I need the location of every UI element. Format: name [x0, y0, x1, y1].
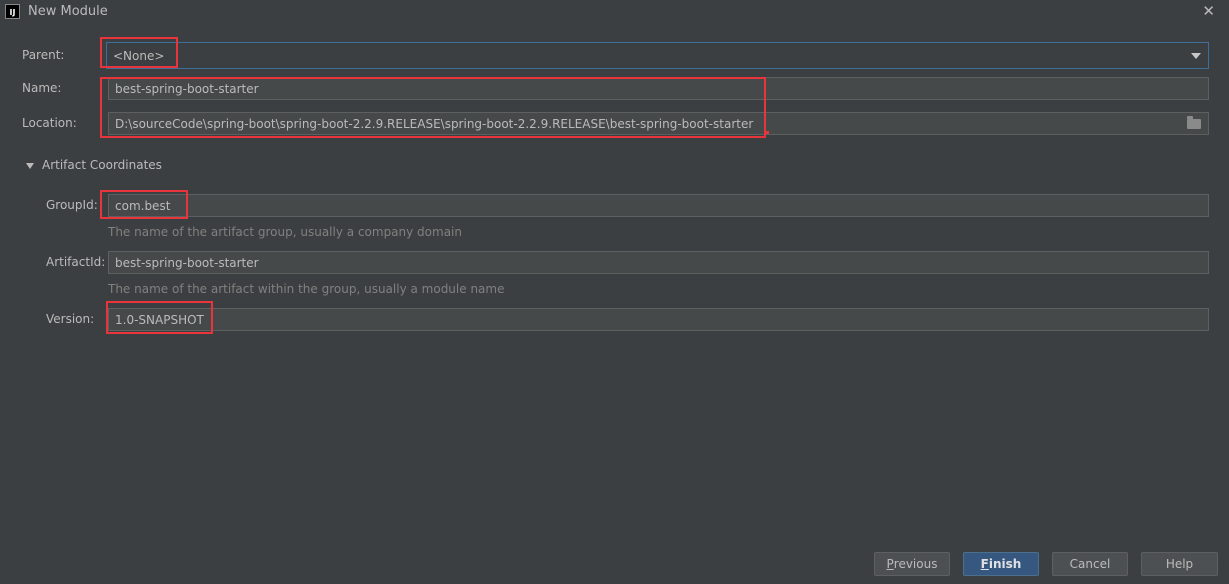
previous-mnemonic: P — [886, 557, 894, 571]
previous-label: revious — [893, 557, 938, 571]
dialog-title: New Module — [28, 4, 108, 19]
chevron-down-icon[interactable] — [1191, 53, 1201, 59]
finish-button[interactable]: Finish — [963, 552, 1039, 576]
artifact-coordinates-title[interactable]: Artifact Coordinates — [42, 158, 162, 172]
help-button[interactable]: Help — [1141, 552, 1218, 576]
name-value: best-spring-boot-starter — [115, 81, 259, 96]
parent-label: Parent: — [22, 48, 65, 62]
location-label: Location: — [22, 116, 77, 130]
artifactid-input[interactable]: best-spring-boot-starter — [108, 251, 1209, 274]
close-icon[interactable]: ✕ — [1202, 2, 1215, 20]
groupid-label: GroupId: — [46, 198, 98, 212]
cancel-button[interactable]: Cancel — [1052, 552, 1128, 576]
artifactid-value: best-spring-boot-starter — [115, 255, 259, 270]
groupid-input[interactable]: com.best — [108, 194, 1209, 217]
annotation-mark — [766, 131, 769, 134]
intellij-icon: IJ — [5, 4, 20, 19]
location-input[interactable]: D:\sourceCode\spring-boot\spring-boot-2.… — [108, 112, 1209, 135]
finish-label: inish — [988, 557, 1022, 571]
name-label: Name: — [22, 81, 62, 95]
folder-icon[interactable] — [1187, 116, 1201, 129]
version-value: 1.0-SNAPSHOT — [115, 312, 204, 327]
groupid-hint: The name of the artifact group, usually … — [108, 225, 462, 239]
previous-button[interactable]: Previous — [874, 552, 950, 576]
version-label: Version: — [46, 312, 95, 326]
expand-arrow-icon[interactable] — [26, 163, 34, 169]
title-bar: IJ New Module ✕ — [0, 0, 1229, 24]
name-input[interactable]: best-spring-boot-starter — [108, 77, 1209, 100]
finish-mnemonic: F — [980, 557, 989, 571]
artifactid-hint: The name of the artifact within the grou… — [108, 282, 505, 296]
parent-combobox[interactable]: <None> — [106, 42, 1209, 69]
groupid-value: com.best — [115, 198, 171, 213]
location-value: D:\sourceCode\spring-boot\spring-boot-2.… — [115, 116, 754, 131]
artifactid-label: ArtifactId: — [46, 255, 106, 269]
help-label: Help — [1165, 557, 1194, 571]
version-input[interactable]: 1.0-SNAPSHOT — [108, 308, 1209, 331]
cancel-label: Cancel — [1069, 557, 1111, 571]
parent-value: <None> — [113, 48, 165, 63]
